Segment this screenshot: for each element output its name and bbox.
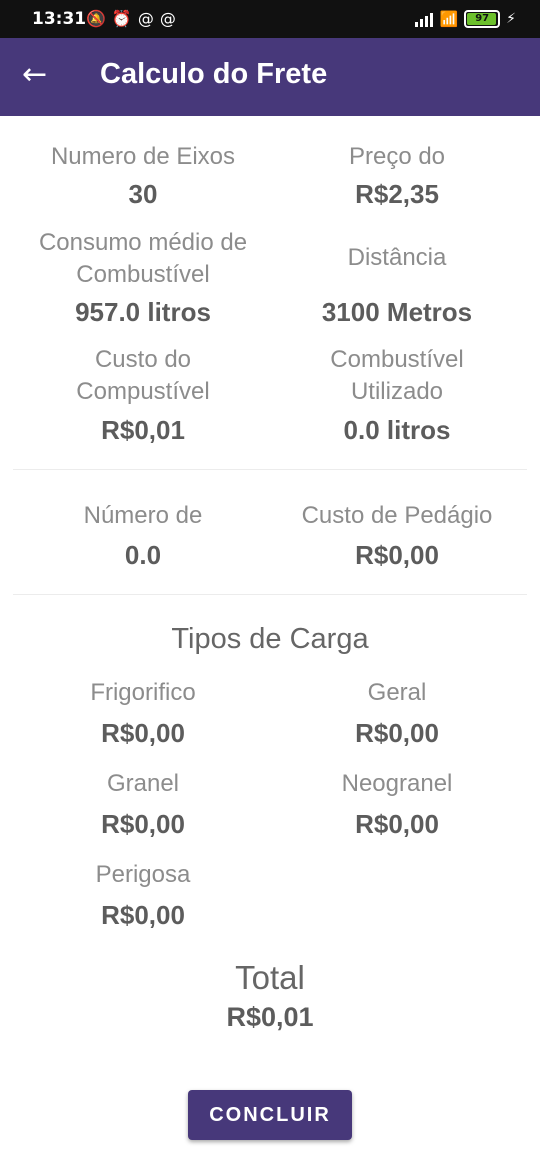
- battery-icon: 97: [464, 10, 501, 28]
- combustivel-utilizado-label: Combustível Utilizado: [330, 346, 464, 405]
- signal-icon: [415, 11, 434, 27]
- status-bar: 13:31 🔕⏰@@ 📶 97 ⚡: [0, 0, 540, 38]
- perigosa-label: Perigosa: [95, 861, 191, 888]
- back-arrow-icon[interactable]: ←: [22, 58, 56, 92]
- custo-pedagio-value: R$0,00: [355, 540, 439, 570]
- at-sign-icon: @: [159, 9, 182, 28]
- tipos-carga-title: Tipos de Carga: [171, 623, 369, 655]
- distancia-value: 3100 Metros: [321, 297, 473, 327]
- alarm-icon: ⏰: [111, 9, 138, 28]
- combustivel-utilizado-value: 0.0 litros: [343, 415, 451, 445]
- status-notification-icons: 🔕⏰@@: [86, 9, 182, 28]
- distancia-label: Distância: [347, 244, 447, 271]
- custo-pedagio-label: Custo de Pedágio: [301, 502, 493, 529]
- preco-value: R$2,35: [355, 179, 439, 209]
- at-sign-icon: @: [137, 9, 160, 28]
- custo-combustivel-value: R$0,01: [101, 415, 185, 445]
- charging-icon: ⚡: [506, 11, 516, 27]
- status-time: 13:31: [32, 9, 87, 29]
- numero-eixos-value: 30: [128, 179, 158, 209]
- geral-value: R$0,00: [355, 718, 439, 748]
- numero-pedagios-value: 0.0: [124, 540, 162, 570]
- frigorifico-label: Frigorifico: [90, 679, 196, 706]
- granel-label: Granel: [106, 770, 180, 797]
- custo-combustivel-label: Custo do Compustível: [76, 346, 210, 405]
- consumo-medio-value: 957.0 litros: [75, 297, 211, 327]
- page-title: Calculo do Frete: [100, 58, 328, 90]
- numero-eixos-label: Numero de Eixos: [50, 143, 236, 170]
- app-bar: ← Calculo do Frete: [0, 38, 540, 116]
- frigorifico-value: R$0,00: [101, 718, 185, 748]
- total-label: Total: [235, 959, 305, 996]
- preco-label: Preço do: [348, 143, 446, 170]
- geral-label: Geral: [367, 679, 427, 706]
- neogranel-label: Neogranel: [341, 770, 453, 797]
- numero-pedagios-label: Número de: [83, 502, 203, 526]
- consumo-medio-label: Consumo médio de Combustível: [38, 229, 248, 288]
- wifi-icon: 📶: [439, 10, 459, 28]
- muted-bell-icon: 🔕: [86, 9, 112, 28]
- battery-level: 97: [475, 13, 490, 24]
- divider: [13, 469, 527, 470]
- neogranel-value: R$0,00: [355, 809, 439, 839]
- divider: [13, 594, 527, 595]
- status-right-icons: 📶 97 ⚡: [415, 9, 516, 29]
- total-value: R$0,01: [226, 1002, 314, 1032]
- perigosa-value: R$0,00: [101, 900, 185, 930]
- concluir-button[interactable]: CONCLUIR: [188, 1090, 352, 1140]
- granel-value: R$0,00: [101, 809, 185, 839]
